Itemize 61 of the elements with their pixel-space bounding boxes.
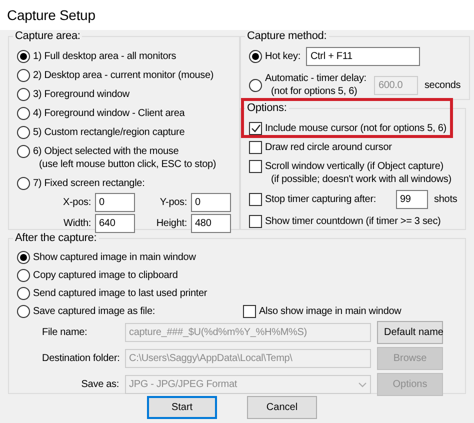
radio-button[interactable] [17, 50, 30, 63]
radio-option[interactable]: 4) Foreground window - Client area [17, 107, 185, 120]
field-label: Save as: [80, 379, 119, 390]
radio-button[interactable] [17, 305, 30, 318]
radio-option[interactable]: 7) Fixed screen rectangle: [17, 177, 145, 190]
checkbox-option[interactable]: Stop timer capturing after: [249, 193, 376, 206]
input-field[interactable]: Ctrl + F11 [306, 47, 420, 66]
checkbox[interactable] [243, 305, 256, 318]
checkbox-option[interactable]: Show timer countdown (if timer >= 3 sec) [249, 215, 441, 228]
input-field[interactable]: 640 [95, 214, 135, 233]
radio-option[interactable]: Show captured image in main window [17, 251, 196, 264]
group-label: Capture method: [247, 30, 327, 42]
input-field[interactable]: 0 [191, 193, 231, 212]
checkbox[interactable] [249, 215, 262, 228]
field-label: Height: [155, 218, 187, 229]
input-field[interactable]: 480 [191, 214, 231, 233]
unit-label: shots [434, 194, 458, 205]
checkbox-option[interactable]: Scroll window vertically (if Object capture) (if possible; doesn't work with all windows) [249, 160, 452, 186]
radio-button[interactable] [17, 177, 30, 190]
input-field[interactable]: 0 [95, 193, 135, 212]
group-label: After the capture: [15, 232, 97, 244]
radio-option[interactable]: Save captured image as file: [17, 305, 243, 318]
field-label: X-pos: [62, 197, 91, 208]
radio-button[interactable] [17, 69, 30, 82]
group-label: Options: [247, 102, 287, 114]
radio-option[interactable]: 6) Object selected with the mouse (use left mouse button click, ESC to stop) [17, 145, 216, 171]
radio-option[interactable]: Automatic - timer delay: (not for options 5, 6) [249, 72, 366, 98]
field-label: File name: [41, 327, 88, 338]
checkbox-option[interactable]: Include mouse cursor (not for options 5, 6) [249, 122, 446, 135]
chevron-icon [358, 382, 367, 388]
input-field[interactable]: 99 [396, 190, 428, 209]
checkbox[interactable] [249, 141, 262, 154]
radio-option[interactable]: 2) Desktop area - current monitor (mouse) [17, 69, 214, 82]
radio-button[interactable] [17, 287, 30, 300]
dialog-button[interactable]: Start [147, 396, 217, 419]
radio-button[interactable] [17, 145, 30, 158]
checkbox[interactable] [249, 160, 262, 173]
group-label: Capture area: [15, 30, 80, 42]
checkbox-option[interactable]: Also show image in main window [243, 305, 402, 318]
window-title: Capture Setup [0, 0, 474, 30]
radio-option[interactable]: 5) Custom rectangle/region capture [17, 126, 185, 139]
radio-button[interactable] [249, 50, 262, 63]
radio-button[interactable] [249, 78, 262, 92]
checkbox-option[interactable]: Draw red circle around cursor [249, 141, 392, 154]
radio-option[interactable]: Copy captured image to clipboard [17, 269, 178, 282]
radio-option[interactable]: Send captured image to last used printer [17, 287, 208, 300]
dialog-button[interactable]: Cancel [247, 396, 317, 419]
radio-button[interactable] [17, 107, 30, 120]
field-label: Width: [62, 218, 91, 229]
radio-button[interactable] [17, 88, 30, 101]
radio-option[interactable]: 1) Full desktop area - all monitors [17, 50, 176, 63]
checkbox[interactable] [249, 193, 262, 206]
checkbox[interactable] [249, 122, 262, 135]
field-label: Destination folder: [41, 353, 119, 364]
radio-button[interactable] [17, 126, 30, 139]
radio-button[interactable] [17, 251, 30, 264]
unit-label: seconds [424, 80, 461, 90]
radio-button[interactable] [17, 269, 30, 282]
field-label: Y-pos: [158, 197, 187, 208]
radio-option[interactable]: Hot key: [249, 50, 300, 63]
radio-option[interactable]: 3) Foreground window [17, 88, 130, 101]
